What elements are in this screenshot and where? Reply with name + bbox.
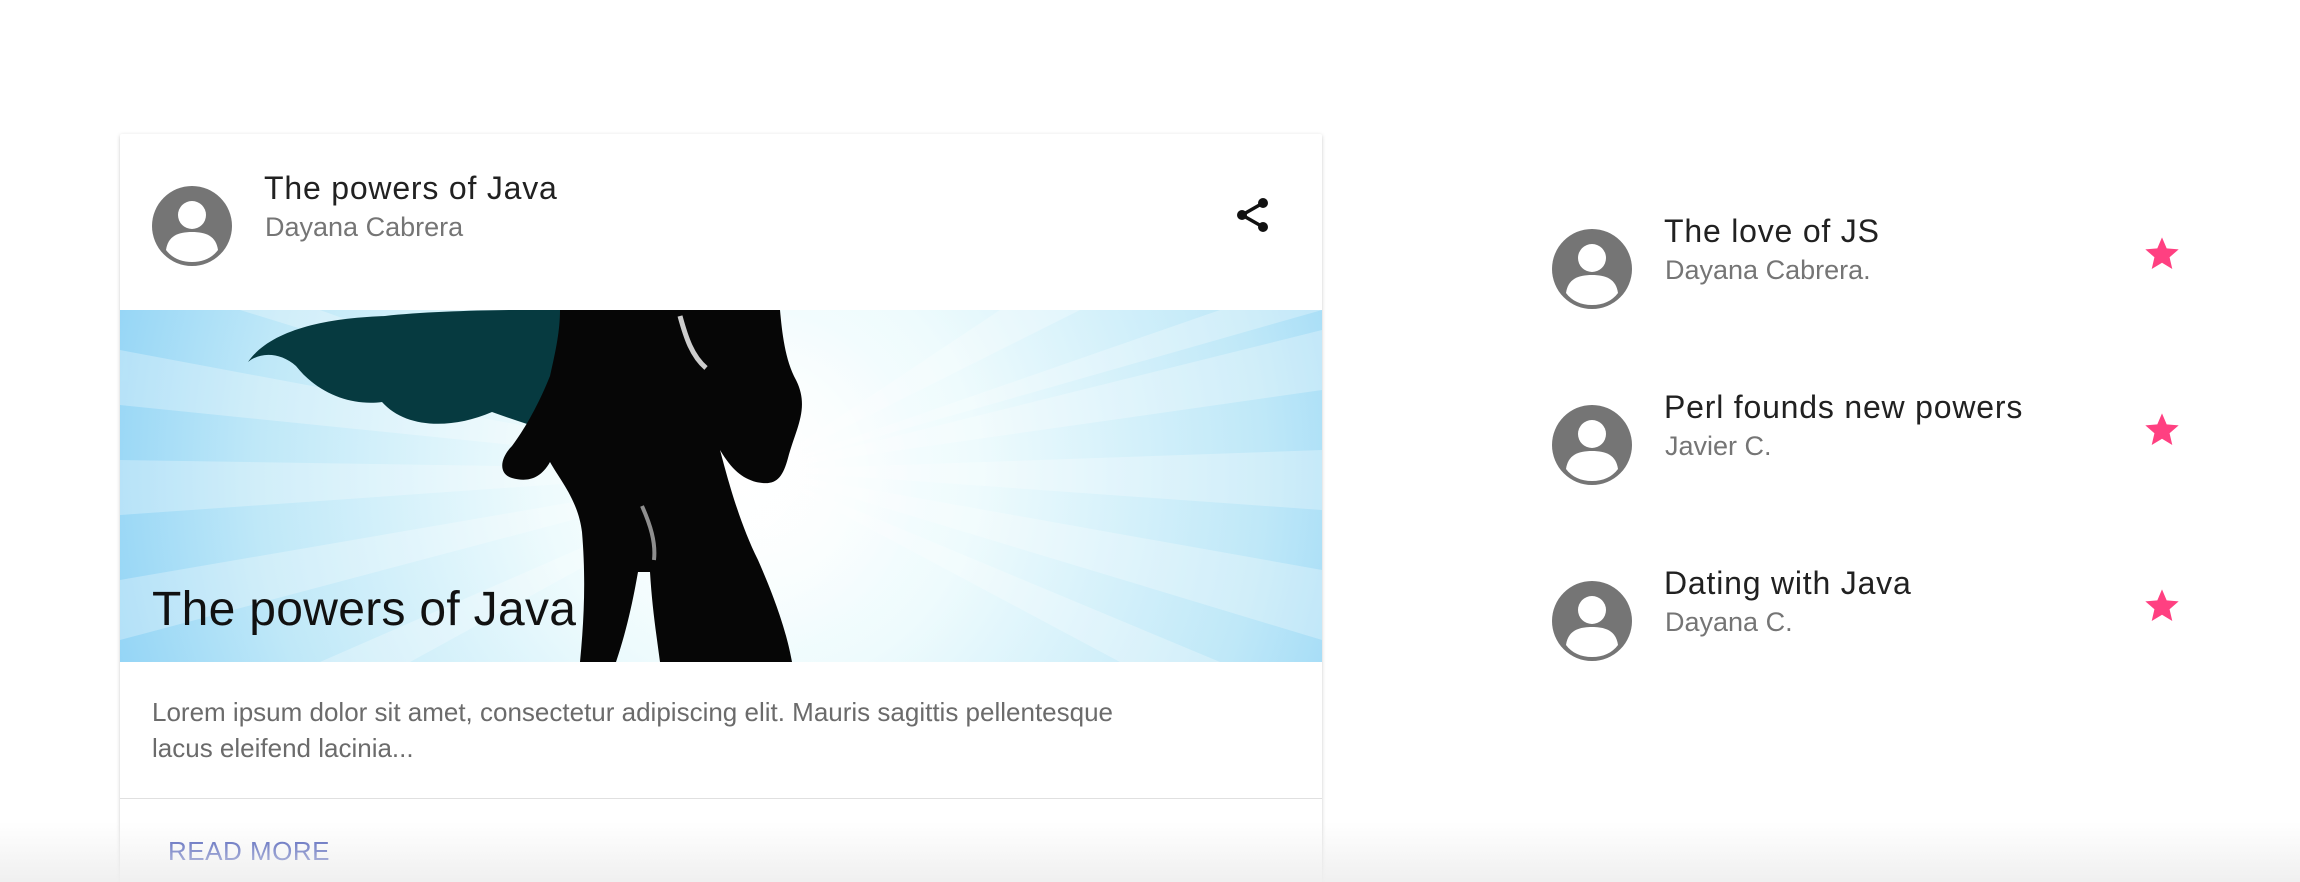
card-media: The powers of Java [120, 310, 1322, 662]
avatar-icon [152, 186, 232, 266]
list-item[interactable]: Dating with Java Dayana C. [1552, 548, 2212, 724]
article-list: The love of JS Dayana Cabrera. Perl foun… [1552, 196, 2212, 724]
list-item-subtitle: Javier C. [1665, 431, 1772, 461]
card-divider [120, 798, 1322, 799]
list-item-title: Perl founds new powers [1664, 389, 2024, 425]
list-item-subtitle: Dayana C. [1665, 607, 1793, 637]
card-title: The powers of Java [264, 170, 558, 206]
avatar-icon [1552, 581, 1632, 661]
read-more-button[interactable]: READ MORE [168, 836, 330, 867]
card-header: The powers of Java Dayana Cabrera [120, 134, 1322, 310]
card-body-text: Lorem ipsum dolor sit amet, consectetur … [152, 697, 1114, 763]
media-title: The powers of Java [152, 583, 577, 636]
share-button[interactable] [1228, 190, 1278, 240]
star-icon [2145, 589, 2179, 621]
star-icon [2145, 237, 2179, 269]
list-item-subtitle: Dayana Cabrera. [1665, 255, 1871, 285]
list-item-title: The love of JS [1664, 213, 1880, 249]
star-icon [2145, 413, 2179, 445]
avatar-icon [1552, 405, 1632, 485]
favorite-button[interactable] [2136, 404, 2188, 456]
favorite-button[interactable] [2136, 580, 2188, 632]
article-card: The powers of Java Dayana Cabrera The po… [120, 134, 1322, 882]
list-item[interactable]: The love of JS Dayana Cabrera. [1552, 196, 2212, 372]
card-subtitle: Dayana Cabrera [265, 212, 464, 242]
favorite-button[interactable] [2136, 228, 2188, 280]
list-item-title: Dating with Java [1664, 565, 1912, 601]
page: The powers of Java Dayana Cabrera The po… [0, 0, 2300, 882]
avatar-icon [1552, 229, 1632, 309]
list-item[interactable]: Perl founds new powers Javier C. [1552, 372, 2212, 548]
share-icon [1237, 198, 1268, 232]
